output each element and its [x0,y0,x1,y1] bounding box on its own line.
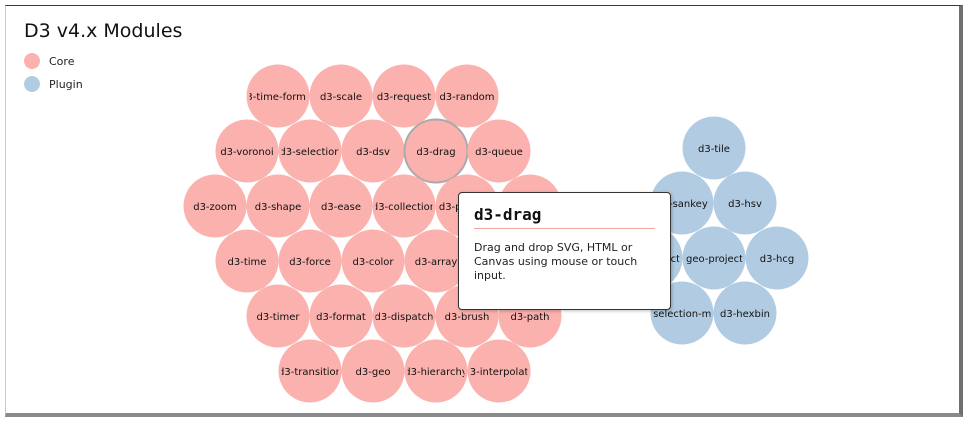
module-bubble[interactable]: d3-transition [278,339,342,403]
module-bubble[interactable]: d3-dsv [341,119,405,183]
module-bubble[interactable]: d3-color [341,229,405,293]
module-bubble[interactable]: d3-timer [246,284,310,348]
module-bubble[interactable]: d3-request [372,64,436,128]
module-label: d3-time [228,257,267,268]
module-label: d3-brush [445,312,490,323]
module-bubble[interactable]: d3-dispatch [372,284,436,348]
module-bubble[interactable]: d3-interpolate [463,339,534,403]
module-bubble[interactable]: d3-zoom [183,174,247,238]
module-label: d3-selection [279,147,340,158]
module-bubble[interactable]: d3-ease [309,174,373,238]
module-label: d3-dispatch [375,312,434,323]
module-bubble[interactable]: d3-voronoi [215,119,279,183]
module-bubble[interactable]: d3-drag [403,118,469,184]
module-bubble[interactable]: d3-hierarchy [404,339,468,403]
module-label: d3-scale [320,92,362,103]
module-label: d3-drag [416,147,455,158]
diagram-frame: D3 v4.x Modules Core Plugin d3-time-form… [5,5,963,417]
module-bubble[interactable]: d3-hcg [745,226,809,290]
tooltip-description: Drag and drop SVG, HTML or Canvas using … [474,241,638,282]
module-label: d3-ease [321,202,361,213]
module-bubble[interactable]: d3-geo [341,339,405,403]
module-label: d3-shape [255,202,302,213]
module-label: d3-array [415,257,458,268]
module-label: d3-transition [278,367,342,378]
module-label: d3-geo [356,367,391,378]
module-label: d3-time-format [240,92,316,103]
module-label: d3-format [316,312,366,323]
module-label: d3-hcg [760,254,795,265]
module-label: d3-interpolate [463,367,534,378]
module-bubble[interactable]: d3-hsv [713,171,777,235]
module-bubble[interactable]: d3-time-format [240,64,316,128]
module-label: d3-request [377,92,431,103]
module-bubble[interactable]: d3-format [309,284,373,348]
module-label: d3-random [439,92,494,103]
module-label: d3-tile [698,144,730,155]
module-label: d3-voronoi [220,147,273,158]
module-label: d3-queue [475,147,523,158]
module-label: d3-collection [372,202,436,213]
module-label: d3-force [289,257,331,268]
tooltip-title: d3-drag [474,205,655,229]
module-label: d3-dsv [356,147,390,158]
module-bubble[interactable]: d3-selection [278,119,342,183]
module-bubble[interactable]: d3-queue [467,119,531,183]
module-label: d3-path [510,312,549,323]
module-label: d3-color [353,257,395,268]
module-bubble[interactable]: d3-force [278,229,342,293]
module-bubble[interactable]: d3-hexbin [713,281,777,345]
module-bubble[interactable]: d3-shape [246,174,310,238]
module-bubble[interactable]: d3-random [435,64,499,128]
module-label: d3-zoom [193,202,237,213]
module-label: d3-hsv [728,199,762,210]
module-label: d3-hierarchy [404,367,468,378]
module-bubble[interactable]: d3-collection [372,174,436,238]
module-bubble[interactable]: d3-time [215,229,279,293]
module-label: d3-timer [256,312,300,323]
module-bubble[interactable]: d3-scale [309,64,373,128]
module-tooltip: d3-drag Drag and drop SVG, HTML or Canva… [458,192,671,310]
module-bubble[interactable]: d3-tile [682,116,746,180]
module-bubble[interactable]: d3-geo-projection [670,226,759,290]
module-label: d3-hexbin [720,309,770,320]
